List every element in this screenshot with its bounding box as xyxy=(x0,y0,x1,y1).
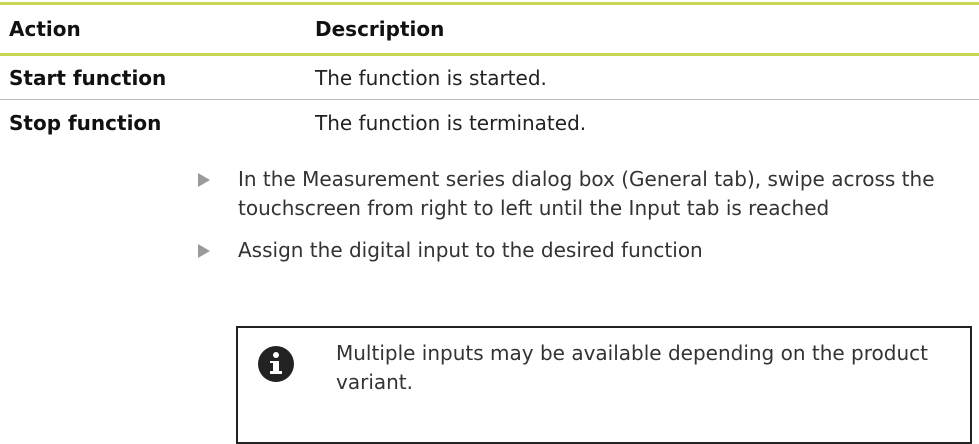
note-text: Multiple inputs may be available dependi… xyxy=(336,341,928,394)
instruction-step-text: In the Measurement series dialog box (Ge… xyxy=(238,167,935,220)
triangle-bullet-icon xyxy=(198,244,210,258)
table-row: Stop function The function is terminated… xyxy=(0,100,979,146)
description-cell: The function is terminated. xyxy=(315,111,587,135)
column-header-description: Description xyxy=(315,17,445,41)
column-header-action: Action xyxy=(9,17,81,41)
action-cell: Start function xyxy=(9,65,167,90)
triangle-bullet-icon xyxy=(198,173,210,187)
action-cell: Stop function xyxy=(9,111,162,135)
instruction-step-text: Assign the digital input to the desired … xyxy=(238,238,703,262)
instruction-steps: In the Measurement series dialog box (Ge… xyxy=(196,165,956,265)
instruction-step: Assign the digital input to the desired … xyxy=(196,236,956,265)
info-icon xyxy=(258,346,294,382)
table-row: Start function The function is started. xyxy=(0,56,979,100)
action-table: Action Description Start function The fu… xyxy=(0,0,979,146)
description-cell: The function is started. xyxy=(315,65,547,90)
info-note-box: Multiple inputs may be available dependi… xyxy=(236,326,972,444)
instruction-step: In the Measurement series dialog box (Ge… xyxy=(196,165,956,223)
table-header-row: Action Description xyxy=(0,2,979,56)
